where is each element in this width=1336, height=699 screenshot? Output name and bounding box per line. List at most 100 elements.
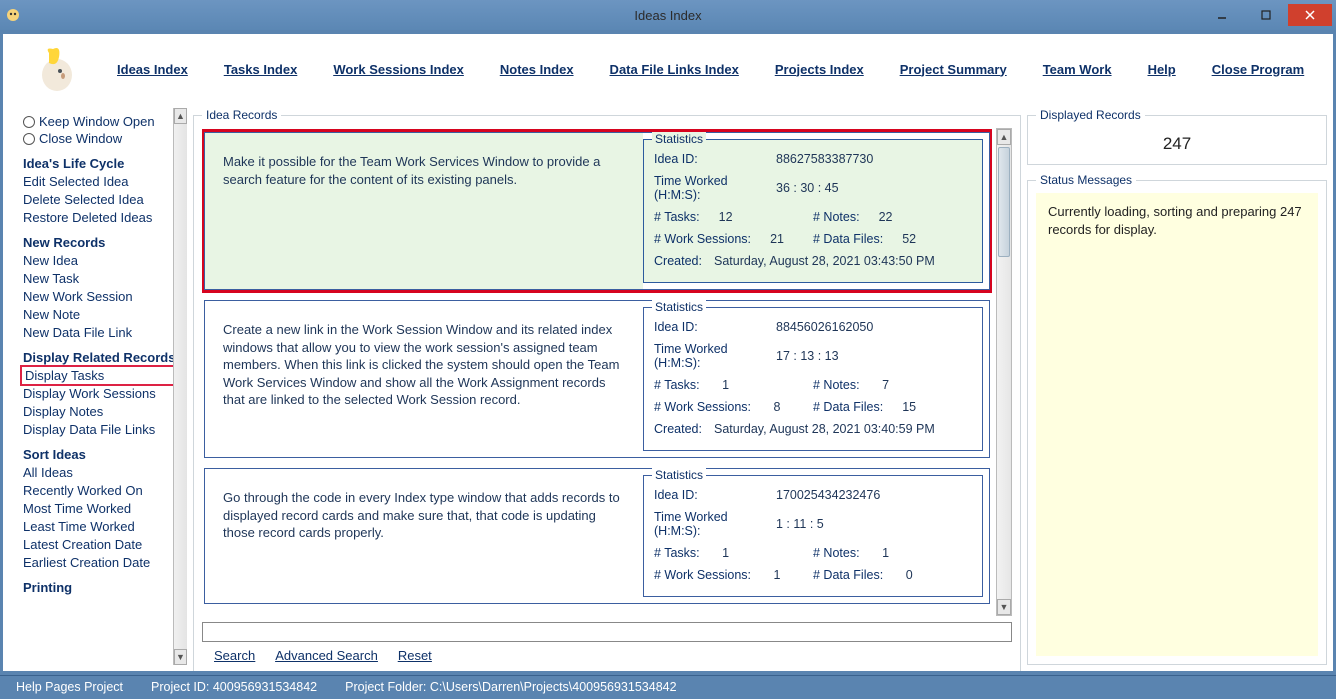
- keep-window-open-radio[interactable]: Keep Window Open: [23, 114, 183, 129]
- close-button[interactable]: [1288, 4, 1332, 26]
- time-worked-value: 1 : 11 : 5: [776, 517, 824, 531]
- sidebar-link[interactable]: Recently Worked On: [23, 483, 183, 498]
- maximize-button[interactable]: [1244, 4, 1288, 26]
- sidebar-link[interactable]: Least Time Worked: [23, 519, 183, 534]
- menu-item[interactable]: Ideas Index: [117, 62, 188, 77]
- sidebar-link[interactable]: New Work Session: [23, 289, 183, 304]
- time-worked-value: 17 : 13 : 13: [776, 349, 839, 363]
- menu-item[interactable]: Close Program: [1212, 62, 1304, 77]
- footer-project-id: Project ID: 400956931534842: [151, 680, 317, 694]
- idea-card[interactable]: Make it possible for the Team Work Servi…: [204, 132, 990, 290]
- ideas-list: Make it possible for the Team Work Servi…: [202, 128, 992, 616]
- menubar: Ideas Index Tasks Index Work Sessions Inde…: [117, 62, 1304, 77]
- displayed-records-count: 247: [1036, 128, 1318, 156]
- reset-link[interactable]: Reset: [398, 648, 432, 663]
- idea-text: Go through the code in every Index type …: [205, 469, 643, 603]
- idea-records-legend: Idea Records: [202, 108, 281, 122]
- sidebar-heading: Printing: [23, 580, 183, 595]
- idea-text: Make it possible for the Team Work Servi…: [205, 133, 643, 289]
- statistics-box: StatisticsIdea ID:88456026162050Time Wor…: [643, 307, 983, 451]
- close-window-radio[interactable]: Close Window: [23, 131, 183, 146]
- scroll-down-icon[interactable]: ▼: [174, 649, 187, 665]
- statistics-box: StatisticsIdea ID:170025434232476Time Wo…: [643, 475, 983, 597]
- menu-item[interactable]: Projects Index: [775, 62, 864, 77]
- notes-count: 1: [870, 546, 902, 560]
- status-bar: Help Pages Project Project ID: 400956931…: [0, 675, 1336, 697]
- app-icon: [4, 6, 22, 24]
- created-value: Saturday, August 28, 2021 03:43:50 PM: [714, 254, 935, 268]
- sidebar-link[interactable]: Earliest Creation Date: [23, 555, 183, 570]
- menu-item[interactable]: Work Sessions Index: [333, 62, 464, 77]
- scroll-down-icon[interactable]: ▼: [997, 599, 1011, 615]
- status-messages-group: Status Messages Currently loading, sorti…: [1027, 173, 1327, 665]
- status-messages-legend: Status Messages: [1036, 173, 1136, 187]
- idea-id-value: 88627583387730: [776, 152, 873, 166]
- logo-icon: [23, 44, 83, 94]
- idea-card[interactable]: Go through the code in every Index type …: [204, 468, 990, 604]
- sidebar-link[interactable]: Edit Selected Idea: [23, 174, 183, 189]
- displayed-records-legend: Displayed Records: [1036, 108, 1145, 122]
- advanced-search-link[interactable]: Advanced Search: [275, 648, 378, 663]
- sidebar-link[interactable]: Display Tasks: [23, 368, 183, 383]
- idea-text: Create a new link in the Work Session Wi…: [205, 301, 643, 457]
- search-input[interactable]: [202, 622, 1012, 642]
- footer-project-folder: Project Folder: C:\Users\Darren\Projects…: [345, 680, 676, 694]
- sidebar-link[interactable]: Display Notes: [23, 404, 183, 419]
- sidebar: Keep Window Open Close Window Idea's Lif…: [9, 108, 187, 665]
- sidebar-heading: Sort Ideas: [23, 447, 183, 462]
- keep-window-open-label: Keep Window Open: [39, 114, 155, 129]
- sidebar-link[interactable]: Delete Selected Idea: [23, 192, 183, 207]
- work-sessions-count: 1: [761, 568, 793, 582]
- tasks-count: 1: [710, 378, 742, 392]
- sidebar-heading: New Records: [23, 235, 183, 250]
- menu-item[interactable]: Data File Links Index: [610, 62, 739, 77]
- search-link[interactable]: Search: [214, 648, 255, 663]
- idea-id-value: 170025434232476: [776, 488, 880, 502]
- data-files-count: 15: [893, 400, 925, 414]
- sidebar-link[interactable]: All Ideas: [23, 465, 183, 480]
- tasks-count: 1: [710, 546, 742, 560]
- scrollbar-thumb[interactable]: [998, 147, 1010, 257]
- data-files-count: 0: [893, 568, 925, 582]
- sidebar-link[interactable]: New Note: [23, 307, 183, 322]
- idea-card[interactable]: Create a new link in the Work Session Wi…: [204, 300, 990, 458]
- sidebar-link[interactable]: Display Data File Links: [23, 422, 183, 437]
- sidebar-link[interactable]: Display Work Sessions: [23, 386, 183, 401]
- statistics-title: Statistics: [652, 468, 706, 482]
- menu-item[interactable]: Help: [1148, 62, 1176, 77]
- statistics-title: Statistics: [652, 132, 706, 146]
- sidebar-heading: Idea's Life Cycle: [23, 156, 183, 171]
- displayed-records-group: Displayed Records 247: [1027, 108, 1327, 165]
- sidebar-link[interactable]: New Data File Link: [23, 325, 183, 340]
- window-title: Ideas Index: [634, 8, 701, 23]
- created-value: Saturday, August 28, 2021 03:40:59 PM: [714, 422, 935, 436]
- work-sessions-count: 21: [761, 232, 793, 246]
- statistics-title: Statistics: [652, 300, 706, 314]
- sidebar-link[interactable]: New Task: [23, 271, 183, 286]
- footer-project-name: Help Pages Project: [16, 680, 123, 694]
- sidebar-link[interactable]: Latest Creation Date: [23, 537, 183, 552]
- data-files-count: 52: [893, 232, 925, 246]
- idea-records-group: Idea Records Make it possible for the Te…: [193, 108, 1021, 671]
- scroll-up-icon[interactable]: ▲: [174, 108, 187, 124]
- idea-id-value: 88456026162050: [776, 320, 873, 334]
- sidebar-link[interactable]: Restore Deleted Ideas: [23, 210, 183, 225]
- menu-item[interactable]: Tasks Index: [224, 62, 297, 77]
- work-sessions-count: 8: [761, 400, 793, 414]
- notes-count: 7: [870, 378, 902, 392]
- records-scrollbar[interactable]: ▲ ▼: [996, 128, 1012, 616]
- minimize-button[interactable]: [1200, 4, 1244, 26]
- title-bar: Ideas Index: [0, 0, 1336, 30]
- menu-item[interactable]: Notes Index: [500, 62, 574, 77]
- time-worked-value: 36 : 30 : 45: [776, 181, 839, 195]
- status-messages-content: Currently loading, sorting and preparing…: [1036, 193, 1318, 656]
- notes-count: 22: [870, 210, 902, 224]
- menu-item[interactable]: Team Work: [1043, 62, 1112, 77]
- scroll-up-icon[interactable]: ▲: [997, 129, 1011, 145]
- sidebar-link[interactable]: New Idea: [23, 253, 183, 268]
- close-window-label: Close Window: [39, 131, 122, 146]
- sidebar-link[interactable]: Most Time Worked: [23, 501, 183, 516]
- sidebar-scrollbar[interactable]: ▲ ▼: [173, 108, 187, 665]
- menu-item[interactable]: Project Summary: [900, 62, 1007, 77]
- sidebar-heading: Display Related Records: [23, 350, 183, 365]
